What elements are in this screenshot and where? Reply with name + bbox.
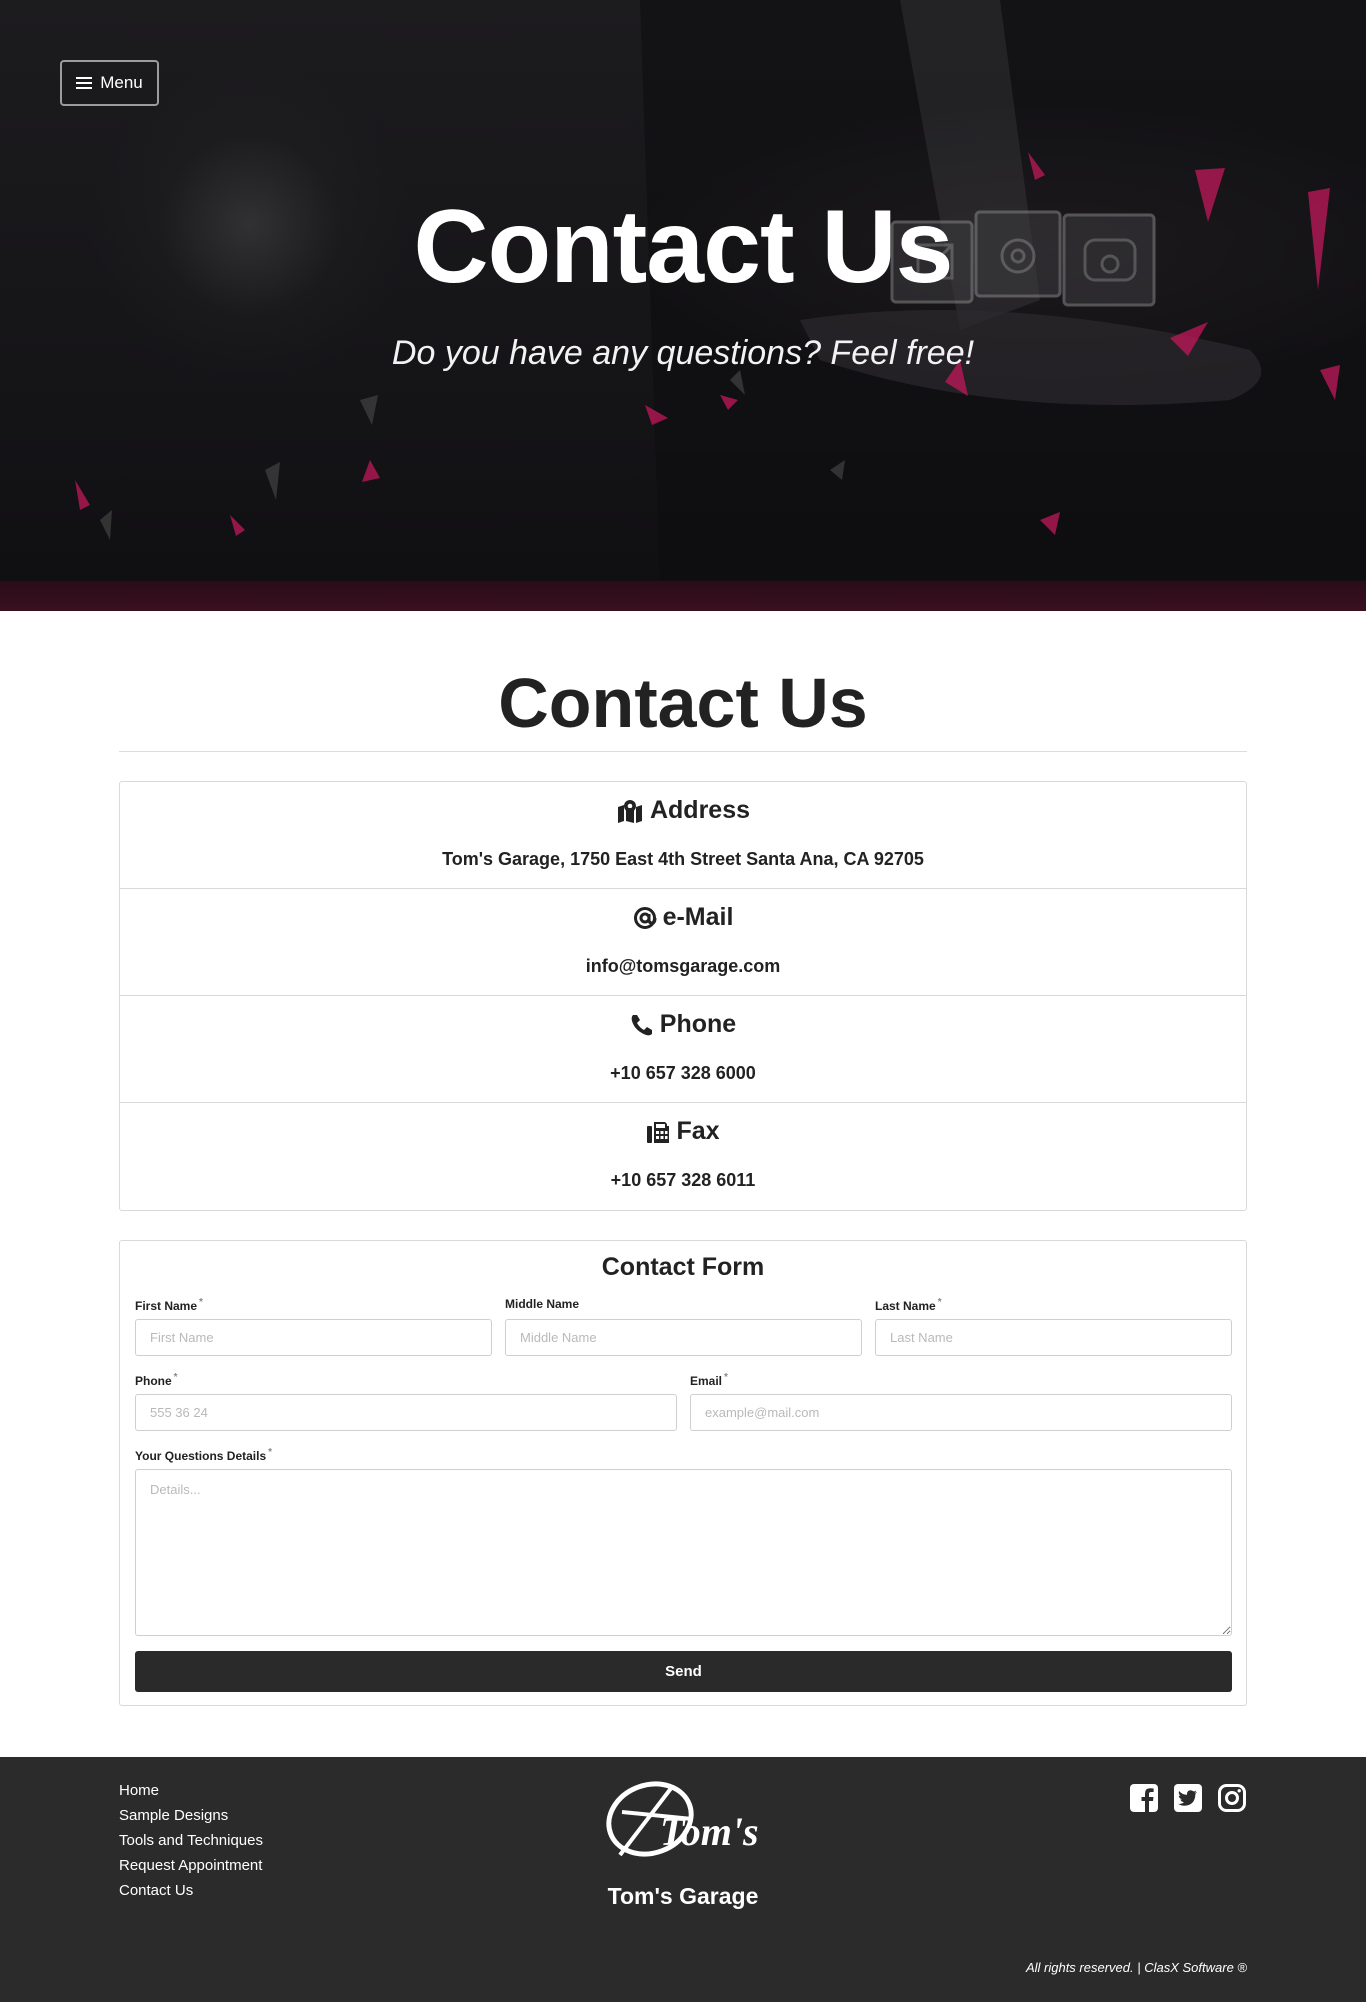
middle-name-label: Middle Name	[505, 1297, 580, 1311]
details-label: Your Questions Details *	[135, 1447, 273, 1463]
map-marker-icon	[617, 799, 642, 823]
address-heading: Address	[649, 796, 751, 824]
title-divider	[119, 751, 1247, 752]
toms-logo: Tom's	[606, 1781, 759, 1857]
email-section: e-Mail info@tomsgarage.com	[120, 889, 1246, 996]
page-title: Contact Us	[498, 664, 868, 742]
hamburger-icon	[76, 74, 93, 92]
phone-value[interactable]: +10 657 328 6000	[120, 1063, 1246, 1084]
copyright-text: All rights reserved. | ClasX Software ®	[1025, 1960, 1247, 1975]
last-name-input[interactable]	[875, 1319, 1232, 1356]
address-section: Address Tom's Garage, 1750 East 4th Stre…	[120, 782, 1246, 889]
middle-name-input[interactable]	[505, 1319, 862, 1356]
first-name-input[interactable]	[135, 1319, 492, 1356]
hero-title: Contact Us	[413, 189, 954, 305]
fax-value: +10 657 328 6011	[610, 1170, 756, 1190]
phone-heading: Phone	[659, 1010, 737, 1038]
send-button[interactable]: Send	[135, 1651, 1232, 1692]
twitter-icon[interactable]	[1173, 1783, 1203, 1813]
hero-bottom-band	[0, 581, 1366, 611]
email-value[interactable]: info@tomsgarage.com	[120, 956, 1246, 977]
email-input[interactable]	[690, 1394, 1232, 1431]
hero-banner: Menu Contact Us Do you have any question…	[0, 0, 1366, 611]
instagram-icon[interactable]	[1217, 1783, 1247, 1813]
address-value: Tom's Garage, 1750 East 4th Street Santa…	[442, 849, 924, 869]
phone-label: Phone *	[135, 1372, 178, 1388]
svg-text:Tom's: Tom's	[660, 1809, 759, 1854]
hero-subtitle: Do you have any questions? Feel free!	[391, 334, 975, 372]
contact-info-card: Address Tom's Garage, 1750 East 4th Stre…	[119, 781, 1247, 1211]
at-icon	[633, 906, 657, 929]
menu-button[interactable]: Menu	[60, 60, 159, 106]
contact-form: Contact Form First Name* Middle Name Las…	[119, 1240, 1247, 1706]
fax-section: Fax +10 657 328 6011	[120, 1103, 1246, 1210]
footer: Home Sample Designs Tools and Techniques…	[0, 1757, 1366, 2002]
fax-heading: Fax	[676, 1117, 720, 1145]
phone-input[interactable]	[135, 1394, 677, 1431]
phone-icon	[631, 1014, 652, 1035]
facebook-icon[interactable]	[1129, 1783, 1159, 1813]
menu-button-label: Menu	[100, 73, 143, 92]
fax-icon	[647, 1121, 670, 1143]
email-label: Email *	[690, 1372, 728, 1388]
social-links	[1129, 1783, 1247, 1813]
footer-brand-name: Tom's Garage	[607, 1883, 759, 1909]
footer-link-tools-techniques[interactable]: Tools and Techniques	[119, 1832, 263, 1849]
details-textarea[interactable]	[135, 1469, 1232, 1636]
footer-link-sample-designs[interactable]: Sample Designs	[119, 1807, 228, 1824]
last-name-label: Last Name *	[875, 1297, 942, 1313]
phone-section: Phone +10 657 328 6000	[120, 996, 1246, 1103]
first-name-label: First Name *	[135, 1297, 203, 1313]
footer-link-home[interactable]: Home	[119, 1782, 159, 1799]
footer-link-request-appointment[interactable]: Request Appointment	[119, 1857, 262, 1874]
form-title: Contact Form	[601, 1253, 765, 1281]
email-heading: e-Mail	[662, 903, 734, 931]
